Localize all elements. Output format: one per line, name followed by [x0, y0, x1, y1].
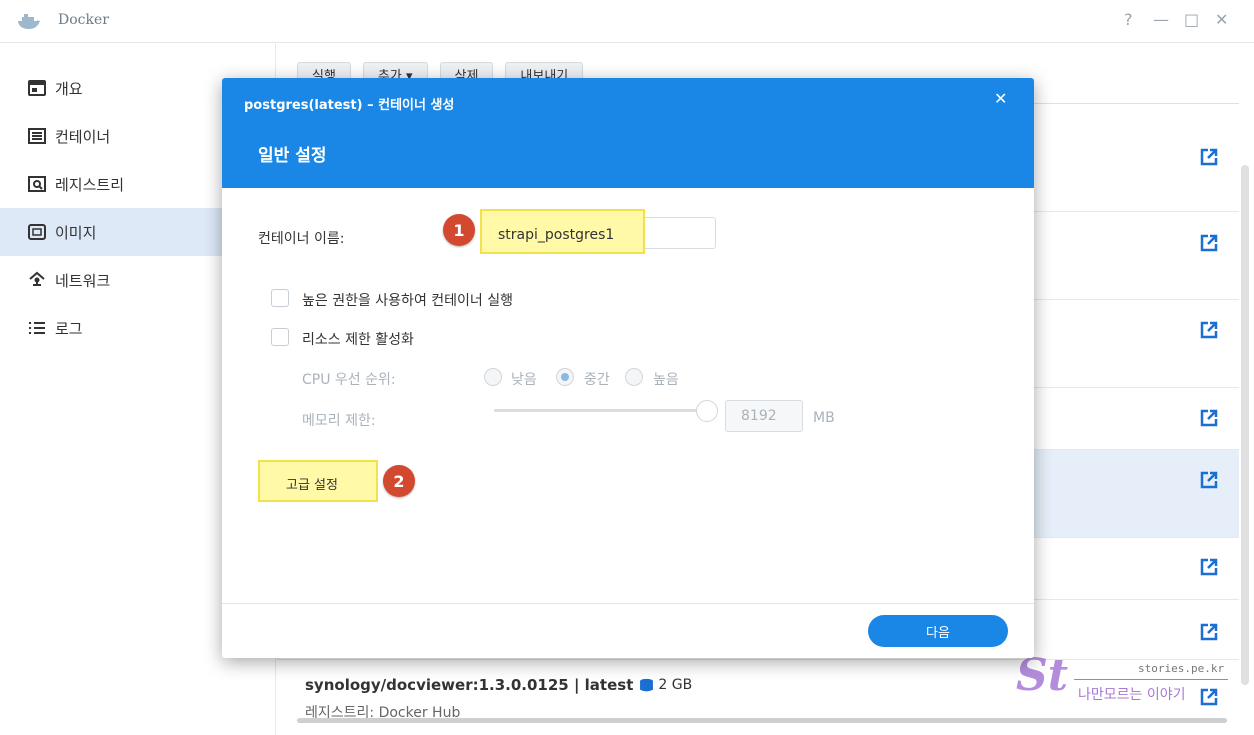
sidebar-item-label: 로그: [55, 319, 83, 338]
privileged-checkbox[interactable]: [271, 289, 289, 307]
open-external-icon[interactable]: [1199, 408, 1219, 428]
watermark-url: stories.pe.kr: [1138, 662, 1225, 675]
open-external-icon[interactable]: [1199, 320, 1219, 340]
watermark-divider: [1074, 679, 1228, 680]
close-window-icon[interactable]: ✕: [1215, 10, 1228, 29]
memory-slider-track[interactable]: [494, 409, 709, 412]
sidebar-item-label: 개요: [55, 79, 83, 98]
memory-unit: MB: [813, 410, 835, 426]
open-external-icon[interactable]: [1199, 470, 1219, 490]
network-icon: [28, 271, 46, 289]
dialog-header: postgres(latest) – 컨테이너 생성 ✕ 일반 설정: [222, 78, 1034, 188]
title-bar: Docker ? — □ ✕: [0, 0, 1254, 43]
sidebar-item-label: 레지스트리: [55, 175, 125, 194]
dialog-title: postgres(latest) – 컨테이너 생성: [244, 98, 455, 113]
registry-icon: [28, 175, 46, 193]
watermark-text: 나만모르는 이야기: [1078, 687, 1186, 703]
open-external-icon[interactable]: [1199, 147, 1219, 167]
sidebar-item-label: 이미지: [55, 223, 97, 242]
container-name-value[interactable]: strapi_postgres1: [498, 227, 614, 243]
vertical-scrollbar[interactable]: [1241, 165, 1249, 685]
image-size: 2 GB: [639, 677, 692, 693]
sidebar-item-label: 컨테이너: [55, 127, 111, 146]
help-icon[interactable]: ?: [1124, 10, 1133, 29]
resource-limit-checkbox[interactable]: [271, 328, 289, 346]
step-badge-1: 1: [443, 214, 475, 246]
image-name: synology/docviewer:1.3.0.0125 | latest: [305, 676, 634, 694]
privileged-label: 높은 권한을 사용하여 컨테이너 실행: [302, 293, 513, 309]
image-icon: [28, 223, 46, 241]
maximize-icon[interactable]: □: [1184, 10, 1199, 29]
resource-limit-label: 리소스 제한 활성화: [302, 332, 414, 348]
image-list-item-name: synology/docviewer:1.3.0.0125 | latest 2…: [305, 676, 692, 694]
open-external-icon[interactable]: [1199, 622, 1219, 642]
app-title: Docker: [58, 12, 109, 28]
create-container-dialog: postgres(latest) – 컨테이너 생성 ✕ 일반 설정 컨테이너 …: [222, 78, 1034, 658]
step-badge-2: 2: [383, 465, 415, 497]
minimize-icon[interactable]: —: [1153, 10, 1169, 29]
log-icon: [28, 319, 46, 337]
cpu-priority-label: CPU 우선 순위:: [302, 372, 396, 388]
cpu-high-label: 높음: [653, 372, 679, 388]
container-name-label: 컨테이너 이름:: [258, 231, 345, 247]
open-external-icon[interactable]: [1199, 557, 1219, 577]
cpu-low-label: 낮음: [511, 372, 537, 388]
memory-slider-thumb[interactable]: [696, 400, 718, 422]
next-button[interactable]: 다음: [868, 615, 1008, 647]
close-icon[interactable]: ✕: [994, 89, 1007, 108]
database-icon: [640, 678, 654, 691]
cpu-medium-label: 중간: [584, 372, 610, 388]
sidebar-item-label: 네트워크: [55, 271, 111, 290]
image-size-value: 2 GB: [658, 677, 693, 693]
horizontal-scrollbar[interactable]: [297, 718, 1227, 723]
footer-divider: [222, 603, 1034, 604]
memory-limit-label: 메모리 제한:: [302, 413, 376, 429]
container-icon: [28, 127, 46, 145]
docker-whale-icon: [18, 14, 40, 29]
cpu-high-radio[interactable]: [625, 368, 643, 386]
overview-icon: [28, 79, 46, 97]
open-external-icon[interactable]: [1199, 233, 1219, 253]
memory-limit-input[interactable]: 8192: [725, 400, 803, 432]
advanced-settings-label: 고급 설정: [286, 478, 338, 493]
cpu-medium-radio[interactable]: [556, 368, 574, 386]
open-external-icon[interactable]: [1199, 687, 1219, 707]
dialog-subtitle: 일반 설정: [258, 146, 327, 166]
cpu-low-radio[interactable]: [484, 368, 502, 386]
